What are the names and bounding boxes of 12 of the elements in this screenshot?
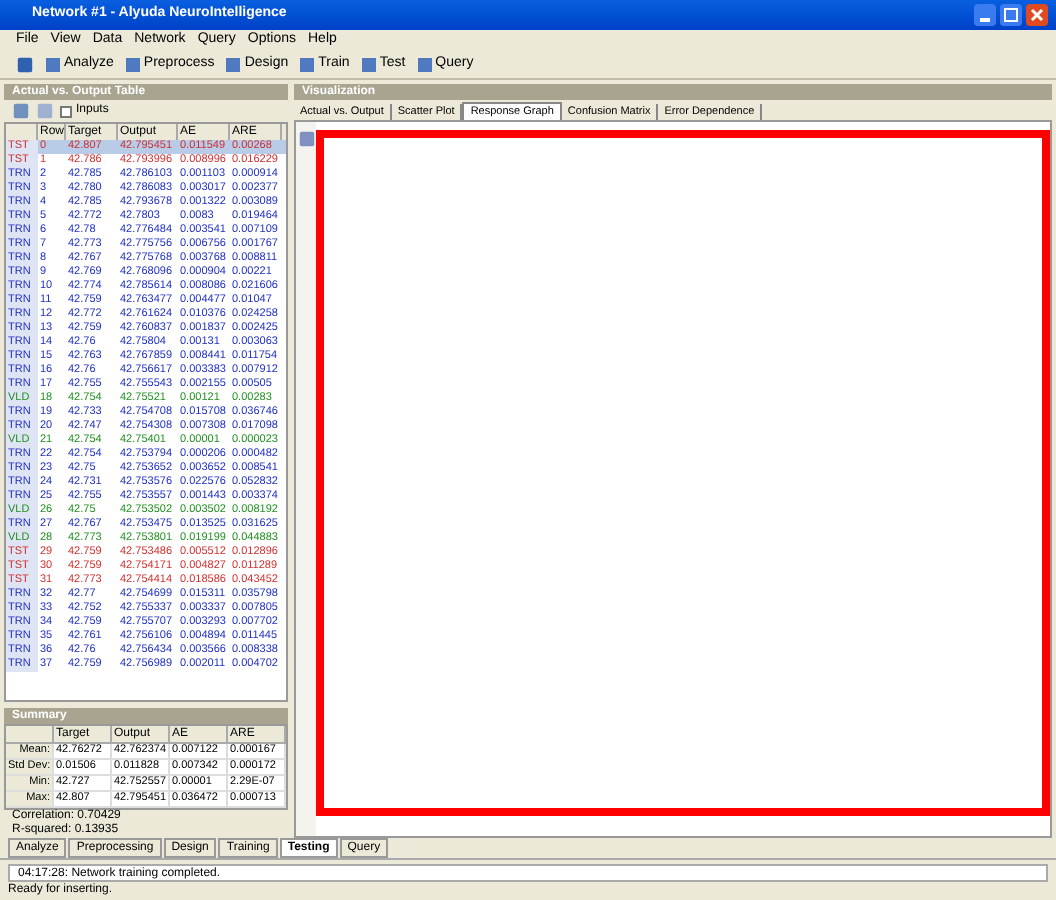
tool-icon (361, 58, 376, 72)
toolbar-icon[interactable] (16, 56, 34, 74)
tool-icon (226, 58, 241, 72)
checkbox[interactable] (60, 105, 72, 117)
tool-icon (125, 58, 140, 72)
tool-icon (46, 58, 60, 72)
tool-icon (300, 58, 315, 72)
column-header (6, 726, 54, 744)
maximize-icon[interactable] (1000, 4, 1022, 26)
close-icon[interactable] (1026, 4, 1048, 26)
minimize-icon[interactable] (974, 4, 996, 26)
tool-icon (417, 58, 432, 72)
